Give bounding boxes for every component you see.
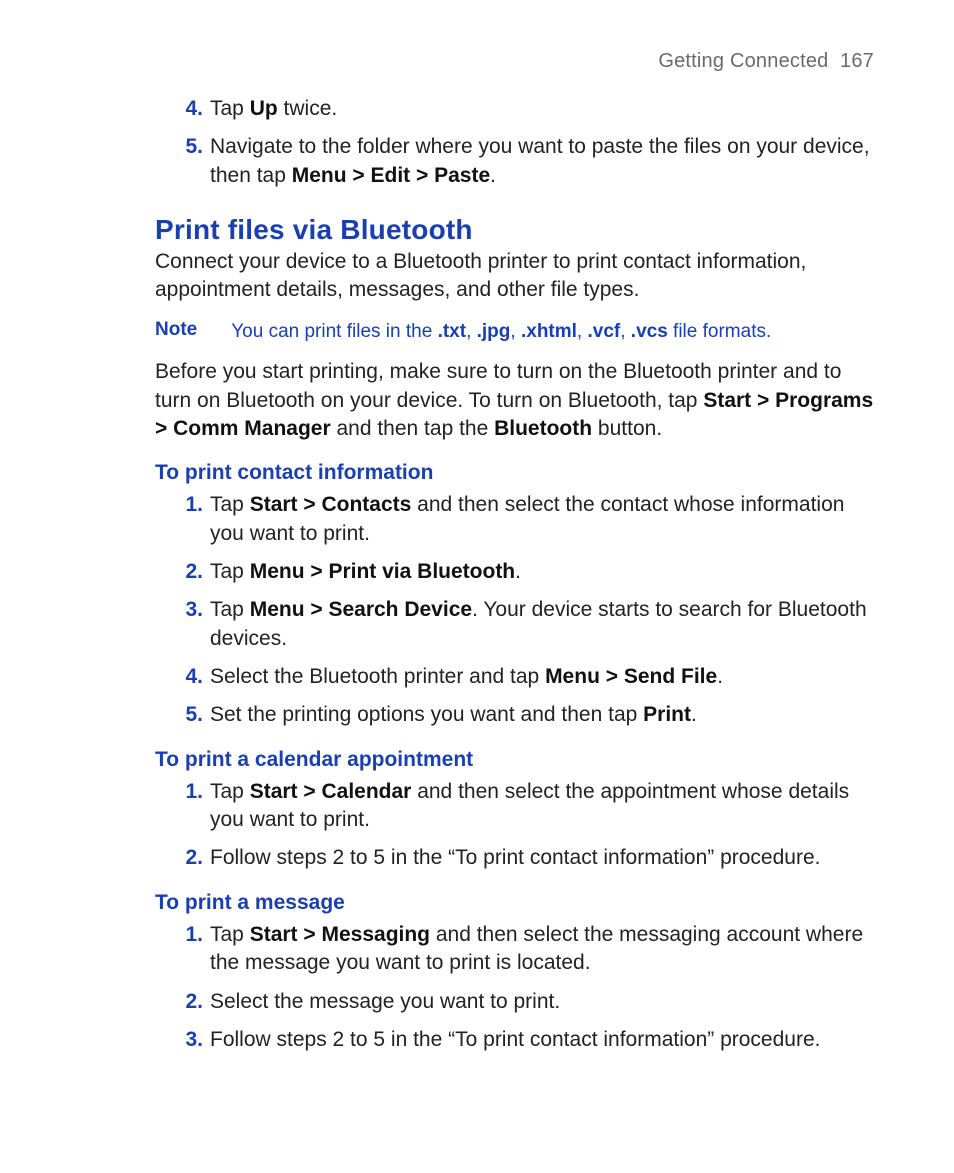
note-label: Note — [155, 319, 197, 345]
text: Tap — [210, 598, 250, 621]
subheading-message: To print a message — [155, 891, 874, 915]
text: Set the printing options you want and th… — [210, 703, 643, 726]
step-5: 5. Navigate to the folder where you want… — [155, 133, 874, 190]
list-marker: 3. — [173, 1026, 203, 1054]
message-steps: 1. Tap Start > Messaging and then select… — [155, 921, 874, 1054]
list-marker: 3. — [173, 596, 203, 624]
list-marker: 5. — [173, 133, 203, 161]
text: and then tap the — [331, 417, 494, 440]
header-section: Getting Connected — [658, 50, 828, 72]
note-format: .vcs — [631, 321, 668, 342]
note-format: .vcf — [587, 321, 620, 342]
list-item: 5. Set the printing options you want and… — [155, 701, 874, 729]
note-format: .txt — [438, 321, 467, 342]
note-fragment: , — [577, 321, 588, 342]
step-4: 4. Tap Up twice. — [155, 95, 874, 123]
text: Select the message you want to print. — [210, 990, 560, 1013]
note-fragment: , — [466, 321, 477, 342]
note-fragment: file formats. — [668, 321, 771, 342]
list-item: 3. Tap Menu > Search Device. Your device… — [155, 596, 874, 653]
list-item: 1. Tap Start > Contacts and then select … — [155, 491, 874, 548]
list-item: 1. Tap Start > Calendar and then select … — [155, 778, 874, 835]
bold: Start > Contacts — [250, 493, 412, 516]
subheading-calendar: To print a calendar appointment — [155, 748, 874, 772]
continued-steps: 4. Tap Up twice. 5. Navigate to the fold… — [155, 95, 874, 190]
text: . — [717, 665, 723, 688]
bold: Menu > Edit > Paste — [292, 164, 490, 187]
text: Tap — [210, 923, 250, 946]
list-marker: 4. — [173, 663, 203, 691]
list-marker: 4. — [173, 95, 203, 123]
list-item: 4. Select the Bluetooth printer and tap … — [155, 663, 874, 691]
list-item: 3. Follow steps 2 to 5 in the “To print … — [155, 1026, 874, 1054]
list-marker: 1. — [173, 921, 203, 949]
note-format: .jpg — [477, 321, 511, 342]
text: Tap — [210, 493, 250, 516]
step-text: Tap — [210, 97, 250, 120]
note-fragment: , — [620, 321, 631, 342]
text: . — [691, 703, 697, 726]
contact-steps: 1. Tap Start > Contacts and then select … — [155, 491, 874, 729]
note-format: .xhtml — [521, 321, 577, 342]
bold: Menu > Print via Bluetooth — [250, 560, 515, 583]
text: Select the Bluetooth printer and tap — [210, 665, 545, 688]
list-marker: 1. — [173, 491, 203, 519]
bold: Menu > Search Device — [250, 598, 472, 621]
note-fragment: , — [510, 321, 521, 342]
note-block: Note You can print files in the .txt, .j… — [155, 319, 874, 345]
bold: Print — [643, 703, 691, 726]
note-fragment: You can print files in the — [231, 321, 437, 342]
bold: Start > Messaging — [250, 923, 430, 946]
list-item: 2. Follow steps 2 to 5 in the “To print … — [155, 844, 874, 872]
list-marker: 1. — [173, 778, 203, 806]
list-marker: 2. — [173, 558, 203, 586]
text: Follow steps 2 to 5 in the “To print con… — [210, 846, 820, 869]
list-item: 2. Tap Menu > Print via Bluetooth. — [155, 558, 874, 586]
subheading-contact: To print contact information — [155, 461, 874, 485]
bold: Start > Calendar — [250, 780, 412, 803]
step-text: . — [490, 164, 496, 187]
list-item: 2. Select the message you want to print. — [155, 988, 874, 1016]
text: . — [515, 560, 521, 583]
list-marker: 2. — [173, 988, 203, 1016]
note-text: You can print files in the .txt, .jpg, .… — [231, 319, 771, 345]
text: Tap — [210, 780, 250, 803]
section-heading: Print files via Bluetooth — [155, 214, 874, 246]
step-text: twice. — [278, 97, 338, 120]
running-header: Getting Connected 167 — [155, 50, 874, 73]
intro-paragraph: Connect your device to a Bluetooth print… — [155, 248, 874, 305]
list-item: 1. Tap Start > Messaging and then select… — [155, 921, 874, 978]
calendar-steps: 1. Tap Start > Calendar and then select … — [155, 778, 874, 873]
header-page-number: 167 — [840, 50, 874, 72]
before-paragraph: Before you start printing, make sure to … — [155, 358, 874, 443]
document-page: Getting Connected 167 4. Tap Up twice. 5… — [0, 0, 954, 1173]
text: button. — [592, 417, 662, 440]
list-marker: 5. — [173, 701, 203, 729]
text: Follow steps 2 to 5 in the “To print con… — [210, 1028, 820, 1051]
bold: Menu > Send File — [545, 665, 717, 688]
text: Tap — [210, 560, 250, 583]
list-marker: 2. — [173, 844, 203, 872]
bold: Up — [250, 97, 278, 120]
bold: Bluetooth — [494, 417, 592, 440]
